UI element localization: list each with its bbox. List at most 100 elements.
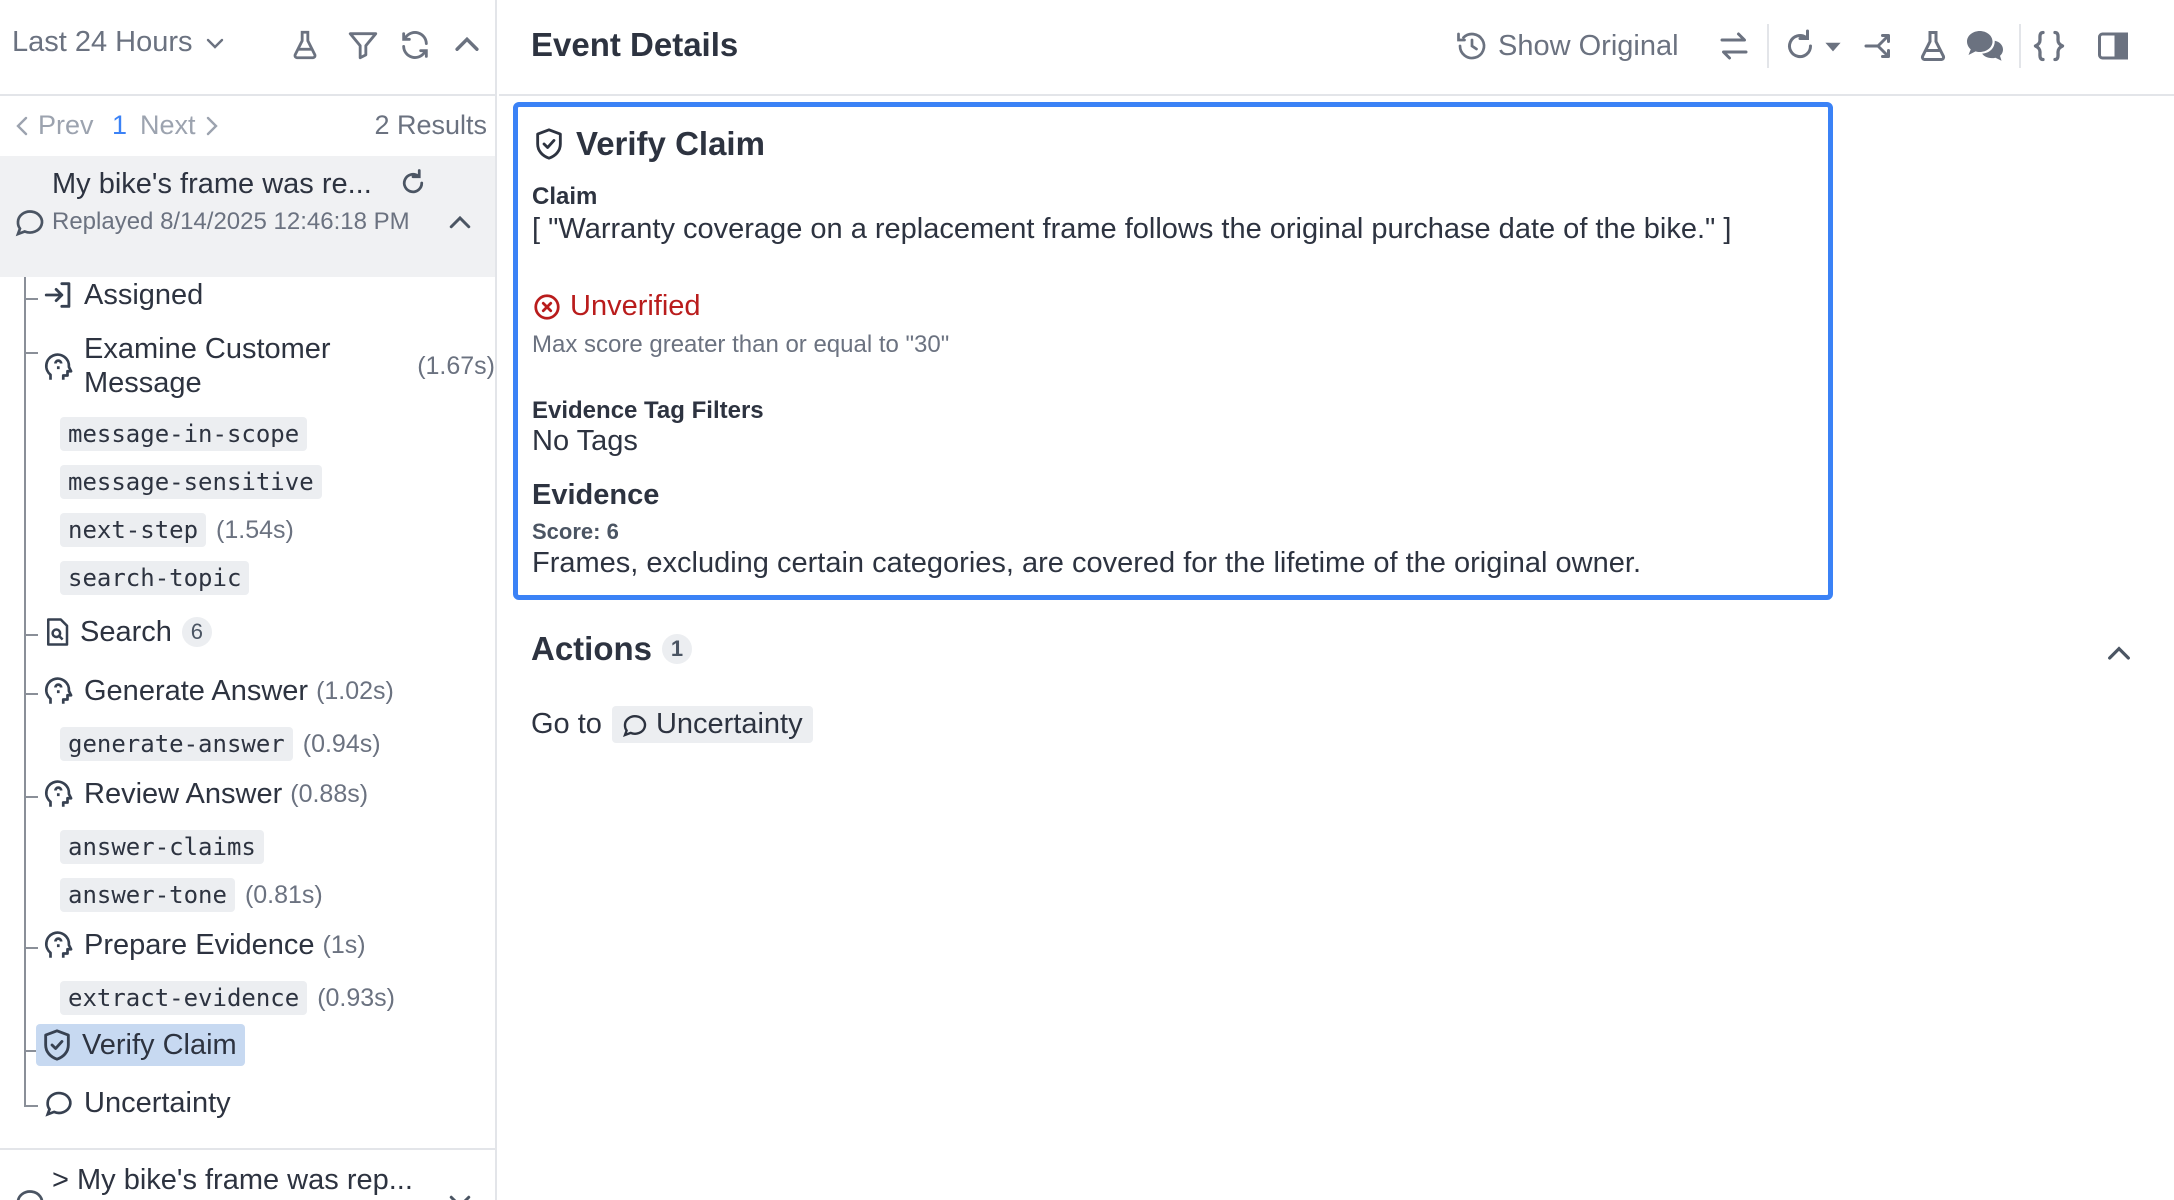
- tag-label: next-step: [60, 513, 207, 547]
- conversation-title: > My bike's frame was rep...: [52, 1164, 413, 1196]
- caret-down-icon[interactable]: [1820, 28, 1846, 64]
- tree-node-examine[interactable]: Examine Customer Message (1.67s): [42, 332, 495, 400]
- status-label: Unverified: [570, 290, 701, 322]
- goto-uncertainty-link[interactable]: Uncertainty: [611, 706, 813, 743]
- tag-label: search-topic: [60, 561, 250, 595]
- show-original-button[interactable]: Show Original: [1454, 28, 1679, 64]
- tree-node-label: Examine Customer Message: [84, 333, 331, 399]
- chevron-up-icon[interactable]: [2103, 638, 2135, 670]
- tree-node-review-answer[interactable]: Review Answer (0.88s): [42, 777, 368, 811]
- tree-node-search[interactable]: Search 6: [42, 615, 212, 649]
- tree-node-assigned[interactable]: Assigned: [42, 278, 203, 312]
- tag-label: answer-tone: [60, 878, 235, 912]
- goto-prefix: Go to: [531, 708, 602, 740]
- time-range-select[interactable]: Last 24 Hours: [12, 26, 227, 59]
- search-count-badge: 6: [181, 617, 212, 647]
- actions-title: Actions 1: [531, 630, 693, 668]
- show-original-label: Show Original: [1498, 29, 1679, 62]
- brain-head-icon: [44, 677, 73, 704]
- page-title: Event Details: [531, 26, 739, 63]
- tag-answer-tone[interactable]: answer-tone (0.81s): [60, 878, 323, 912]
- conversation-subtitle: Replayed 8/14/2025 12:46:18 PM: [52, 208, 410, 235]
- tree-node-duration: (0.88s): [290, 779, 369, 808]
- prev-page-button[interactable]: Prev: [12, 110, 94, 141]
- chat-bubbles-icon[interactable]: [1963, 28, 2007, 64]
- time-range-label: Last 24 Hours: [12, 26, 193, 58]
- tree-connector: [24, 277, 26, 1107]
- goto-target-label: Uncertainty: [655, 708, 803, 740]
- flask-icon[interactable]: [288, 28, 322, 62]
- tag-duration: (0.94s): [302, 729, 381, 758]
- flask-icon[interactable]: [1915, 28, 1951, 64]
- verify-claim-card: Verify Claim Claim [ "Warranty coverage …: [513, 102, 1833, 600]
- tree-tick: [24, 1105, 38, 1107]
- sidebar-toolbar: Last 24 Hours: [0, 0, 495, 96]
- tag-message-in-scope[interactable]: message-in-scope: [60, 417, 308, 451]
- brain-head-icon: [44, 353, 73, 380]
- code-braces-icon[interactable]: [2031, 28, 2067, 64]
- tag-generate-answer[interactable]: generate-answer (0.94s): [60, 727, 381, 761]
- chevron-down-icon[interactable]: [445, 1186, 475, 1200]
- branch-icon[interactable]: [1863, 28, 1899, 64]
- tag-filters-value: No Tags: [532, 425, 638, 457]
- claim-value: [ "Warranty coverage on a replacement fr…: [532, 213, 1732, 245]
- current-page[interactable]: 1: [112, 110, 127, 141]
- tag-extract-evidence[interactable]: extract-evidence (0.93s): [60, 981, 395, 1015]
- chevron-left-icon: [16, 116, 28, 135]
- tag-label: message-in-scope: [60, 417, 308, 451]
- tree-node-label: Verify Claim: [82, 1028, 237, 1061]
- pagination: Prev 1 Next 2 Results: [0, 96, 495, 156]
- history-icon: [1457, 32, 1486, 60]
- chat-bubble-icon: [15, 210, 44, 237]
- chevron-down-icon: [206, 38, 223, 49]
- sign-in-icon: [44, 282, 71, 308]
- tree-node-label: Search: [80, 615, 172, 648]
- conversation-sidebar: Last 24 Hours Prev 1 Next 2 Results My b…: [0, 0, 497, 1200]
- replay-icon[interactable]: [398, 168, 428, 198]
- shield-check-icon: [44, 1029, 70, 1061]
- tag-label: generate-answer: [60, 727, 293, 761]
- tree-node-verify-claim[interactable]: Verify Claim: [36, 1024, 245, 1066]
- tree-node-generate-answer[interactable]: Generate Answer (1.02s): [42, 674, 394, 708]
- tag-search-topic[interactable]: search-topic: [60, 561, 250, 595]
- card-title: Verify Claim: [532, 125, 765, 163]
- tree-node-prepare-evidence[interactable]: Prepare Evidence (1s): [42, 928, 366, 962]
- event-details-panel: Event Details Show Original Verify Claim…: [499, 0, 2174, 1200]
- details-header: Event Details Show Original: [499, 0, 2174, 96]
- tree-node-uncertainty[interactable]: Uncertainty: [42, 1086, 231, 1120]
- tag-label: extract-evidence: [60, 981, 308, 1015]
- tree-node-label: Uncertainty: [84, 1086, 231, 1119]
- filter-icon[interactable]: [346, 28, 380, 62]
- tree-tick: [24, 352, 38, 354]
- tree-tick: [24, 693, 38, 695]
- tree-node-label: Prepare Evidence: [84, 928, 315, 961]
- tree-tick: [24, 947, 38, 949]
- next-page-button[interactable]: Next: [140, 110, 222, 141]
- chat-bubble-icon: [45, 1091, 72, 1117]
- refresh-icon[interactable]: [398, 28, 432, 62]
- evidence-text: Frames, excluding certain categories, ar…: [532, 547, 1641, 579]
- goto-action: Go to Uncertainty: [531, 706, 813, 743]
- tree-node-label: Assigned: [84, 278, 204, 311]
- tree-node-duration: (1s): [322, 930, 366, 959]
- swap-arrows-icon[interactable]: [1716, 28, 1752, 64]
- tree-node-duration: (1.02s): [316, 676, 394, 705]
- tag-next-step[interactable]: next-step (1.54s): [60, 513, 294, 547]
- chevron-up-icon[interactable]: [445, 208, 475, 238]
- sidebar-toggle-icon[interactable]: [2093, 28, 2133, 64]
- tree-node-label: Generate Answer: [84, 674, 309, 707]
- tree-node-label: Review Answer: [84, 777, 283, 810]
- redo-icon[interactable]: [1782, 28, 1818, 64]
- tag-label: message-sensitive: [60, 465, 322, 499]
- conversation-item[interactable]: > My bike's frame was rep...: [0, 1148, 495, 1200]
- chevron-up-icon[interactable]: [450, 28, 484, 62]
- actions-title-label: Actions: [531, 630, 653, 667]
- conversation-item-active[interactable]: My bike's frame was re... Replayed 8/14/…: [0, 156, 495, 277]
- results-count: 2 Results: [374, 110, 487, 140]
- chat-bubble-icon: [622, 714, 647, 737]
- prev-label: Prev: [38, 110, 94, 140]
- claim-label: Claim: [532, 183, 598, 210]
- tag-message-sensitive[interactable]: message-sensitive: [60, 465, 322, 499]
- tag-answer-claims[interactable]: answer-claims: [60, 830, 264, 864]
- toolbar-divider: [2019, 24, 2021, 68]
